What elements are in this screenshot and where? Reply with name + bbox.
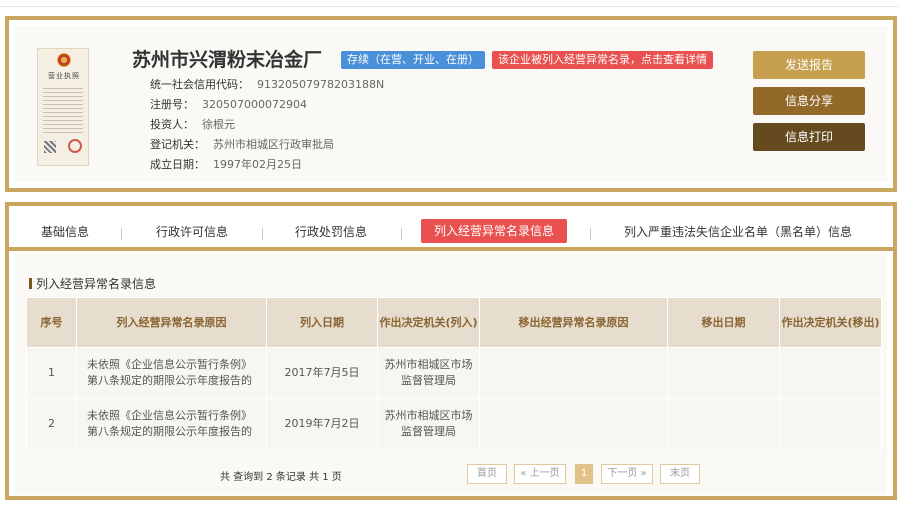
info-value: 1997年02月25日 — [213, 158, 302, 171]
print-info-button[interactable]: 信息打印 — [753, 123, 865, 151]
tab-basic-info[interactable]: 基础信息 — [41, 220, 89, 244]
table-row: 2 未依照《企业信息公示暂行条例》第八条规定的期限公示年度报告的 2019年7月… — [26, 398, 882, 450]
pager-page-1[interactable]: 1 — [575, 464, 593, 484]
seal-icon — [68, 139, 82, 153]
col-header-authority-out: 作出决定机关(移出) — [779, 297, 882, 348]
info-value: 徐根元 — [202, 118, 235, 131]
info-credit-code: 统一社会信用代码： 91320507978203188N — [150, 76, 384, 92]
info-label: 注册号： — [150, 98, 194, 111]
table-header-row: 序号 列入经营异常名录原因 列入日期 作出决定机关(列入) 移出经营异常名录原因… — [26, 297, 882, 348]
cell-index: 2 — [26, 398, 77, 450]
info-label: 成立日期： — [150, 158, 205, 171]
cell-reason: 未依照《企业信息公示暂行条例》第八条规定的期限公示年度报告的 — [76, 347, 267, 399]
col-header-date-in: 列入日期 — [266, 297, 378, 348]
cell-removal-reason — [479, 347, 668, 399]
status-badge: 存续（在营、开业、在册） — [341, 51, 485, 69]
info-value: 91320507978203188N — [257, 78, 385, 91]
section-title-text: 列入经营异常名录信息 — [36, 277, 157, 291]
tab-separator — [262, 228, 263, 240]
info-label: 登记机关： — [150, 138, 205, 151]
info-value: 320507000072904 — [202, 98, 307, 111]
top-divider — [0, 6, 899, 7]
info-established: 成立日期： 1997年02月25日 — [150, 156, 302, 172]
pager-first-button[interactable]: 首页 — [467, 464, 507, 484]
cell-authority-in: 苏州市相城区市场监督管理局 — [377, 398, 480, 450]
share-info-button[interactable]: 信息分享 — [753, 87, 865, 115]
col-header-reason: 列入经营异常名录原因 — [76, 297, 267, 348]
col-header-date-out: 移出日期 — [667, 297, 780, 348]
cell-removal-reason — [479, 398, 668, 450]
table-row: 1 未依照《企业信息公示暂行条例》第八条规定的期限公示年度报告的 2017年7月… — [26, 347, 882, 399]
info-investor: 投资人： 徐根元 — [150, 116, 235, 132]
abnormal-list-table: 序号 列入经营异常名录原因 列入日期 作出决定机关(列入) 移出经营异常名录原因… — [26, 297, 882, 450]
business-license-image[interactable]: 营业执照 — [37, 48, 89, 166]
col-header-authority-in: 作出决定机关(列入) — [377, 297, 480, 348]
tab-blacklist[interactable]: 列入严重违法失信企业名单（黑名单）信息 — [624, 220, 852, 244]
abnormal-warning-badge[interactable]: 该企业被列入经营异常名录，点击查看详情 — [492, 51, 713, 69]
info-label: 投资人： — [150, 118, 194, 131]
license-text-lines — [43, 85, 83, 135]
cell-authority-in: 苏州市相城区市场监督管理局 — [377, 347, 480, 399]
tab-separator — [121, 228, 122, 240]
info-reg-number: 注册号： 320507000072904 — [150, 96, 307, 112]
info-label: 统一社会信用代码： — [150, 78, 249, 91]
col-header-index: 序号 — [26, 297, 77, 348]
cell-date-out — [667, 398, 780, 450]
send-report-button[interactable]: 发送报告 — [753, 51, 865, 79]
qr-code-icon — [44, 141, 56, 153]
pager-next-button[interactable]: 下一页 » — [601, 464, 653, 484]
pager-prev-button[interactable]: « 上一页 — [514, 464, 566, 484]
info-value: 苏州市相城区行政审批局 — [213, 138, 334, 151]
cell-date-out — [667, 347, 780, 399]
tab-separator — [590, 228, 591, 240]
tab-separator — [401, 228, 402, 240]
col-header-removal-reason: 移出经营异常名录原因 — [479, 297, 668, 348]
cell-authority-out — [779, 398, 882, 450]
section-title: 列入经营异常名录信息 — [29, 275, 156, 292]
cell-index: 1 — [26, 347, 77, 399]
section-title-bar — [29, 278, 32, 289]
pager-summary: 共 查询到 2 条记录 共 1 页 — [220, 472, 342, 483]
tab-bar: 基础信息 行政许可信息 行政处罚信息 列入经营异常名录信息 列入严重违法失信企业… — [9, 206, 893, 251]
cell-date-in: 2017年7月5日 — [266, 347, 378, 399]
national-emblem-icon — [57, 53, 71, 67]
info-authority: 登记机关： 苏州市相城区行政审批局 — [150, 136, 334, 152]
cell-authority-out — [779, 347, 882, 399]
license-title: 营业执照 — [48, 72, 80, 80]
cell-date-in: 2019年7月2日 — [266, 398, 378, 450]
cell-reason: 未依照《企业信息公示暂行条例》第八条规定的期限公示年度报告的 — [76, 398, 267, 450]
tab-admin-penalty[interactable]: 行政处罚信息 — [295, 220, 367, 244]
pager-last-button[interactable]: 末页 — [660, 464, 700, 484]
company-name: 苏州市兴渭粉末冶金厂 — [132, 49, 323, 71]
tab-admin-license[interactable]: 行政许可信息 — [156, 220, 228, 244]
tab-abnormal-list[interactable]: 列入经营异常名录信息 — [421, 219, 568, 243]
